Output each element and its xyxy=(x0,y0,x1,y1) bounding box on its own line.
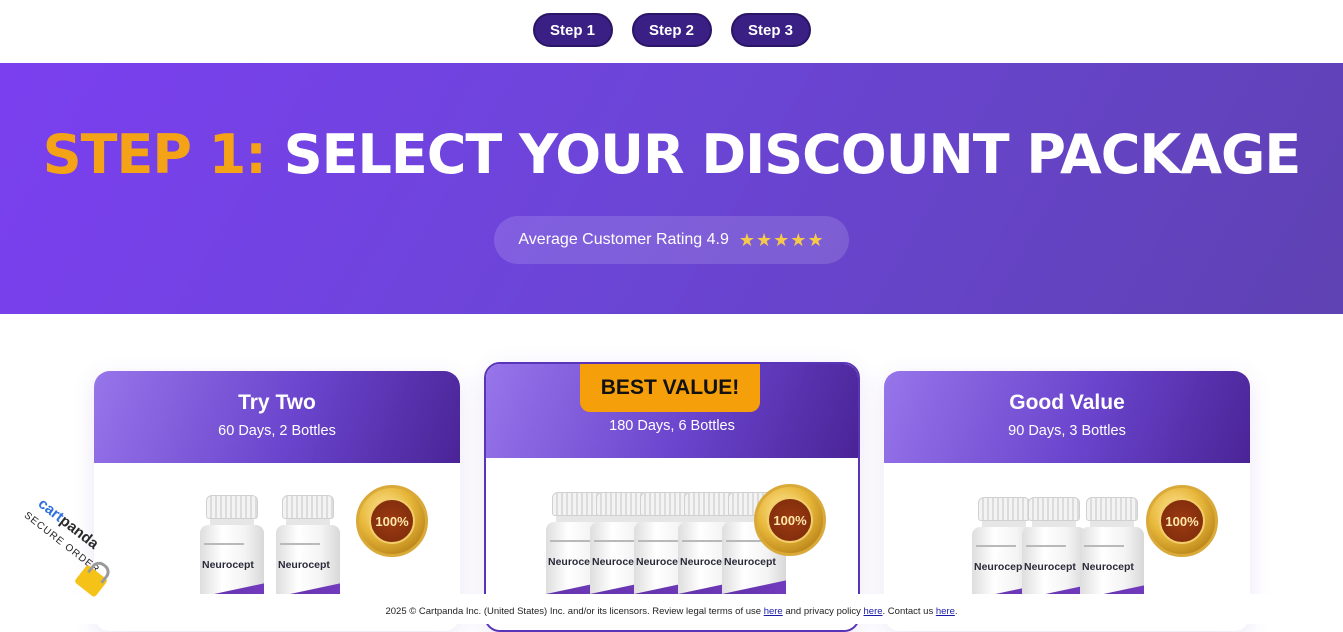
star-rating-icon: ★★★★★ xyxy=(738,229,825,250)
step-1-button[interactable]: Step 1 xyxy=(532,13,613,47)
page-title: STEP 1: SELECT YOUR DISCOUNT PACKAGE xyxy=(0,123,1343,187)
footer: 2025 © Cartpanda Inc. (United States) In… xyxy=(0,594,1343,624)
package-card-best-value[interactable]: BEST VALUE! 180 Days, 6 Bottles Neurocep… xyxy=(484,362,860,632)
money-back-seal-icon: 100% xyxy=(754,484,826,556)
steps-nav: Step 1 Step 2 Step 3 xyxy=(0,13,1343,47)
money-back-seal-icon: 100% xyxy=(356,485,428,557)
step-3-button[interactable]: Step 3 xyxy=(730,13,811,47)
footer-text: and privacy policy xyxy=(782,606,864,617)
card-title: Try Two xyxy=(238,391,316,414)
package-card-try-two[interactable]: Try Two 60 Days, 2 Bottles Neurocept Neu… xyxy=(94,371,460,631)
contact-link[interactable]: here xyxy=(936,606,955,617)
card-title: Good Value xyxy=(1009,391,1125,414)
rating-badge: Average Customer Rating 4.9 ★★★★★ xyxy=(494,216,849,264)
footer-text: . Contact us xyxy=(882,606,936,617)
card-subtitle: 180 Days, 6 Bottles xyxy=(609,418,735,434)
footer-text: . xyxy=(954,606,958,617)
footer-text: 2025 © Cartpanda Inc. (United States) In… xyxy=(385,606,764,617)
privacy-link[interactable]: here xyxy=(864,606,883,617)
card-subtitle: 60 Days, 2 Bottles xyxy=(218,423,336,439)
money-back-seal-icon: 100% xyxy=(1146,485,1218,557)
title-text: SELECT YOUR DISCOUNT PACKAGE xyxy=(283,123,1302,186)
title-step-label: STEP 1: xyxy=(42,123,267,186)
card-header: Good Value 90 Days, 3 Bottles xyxy=(884,371,1250,463)
card-header: Try Two 60 Days, 2 Bottles xyxy=(94,371,460,463)
card-subtitle: 90 Days, 3 Bottles xyxy=(1008,423,1126,439)
hero-banner: STEP 1: SELECT YOUR DISCOUNT PACKAGE Ave… xyxy=(0,63,1343,314)
terms-link[interactable]: here xyxy=(764,606,783,617)
package-card-good-value[interactable]: Good Value 90 Days, 3 Bottles Neurocept … xyxy=(884,371,1250,631)
best-value-badge: BEST VALUE! xyxy=(580,364,760,412)
rating-text: Average Customer Rating 4.9 xyxy=(518,231,729,248)
step-2-button[interactable]: Step 2 xyxy=(631,13,712,47)
